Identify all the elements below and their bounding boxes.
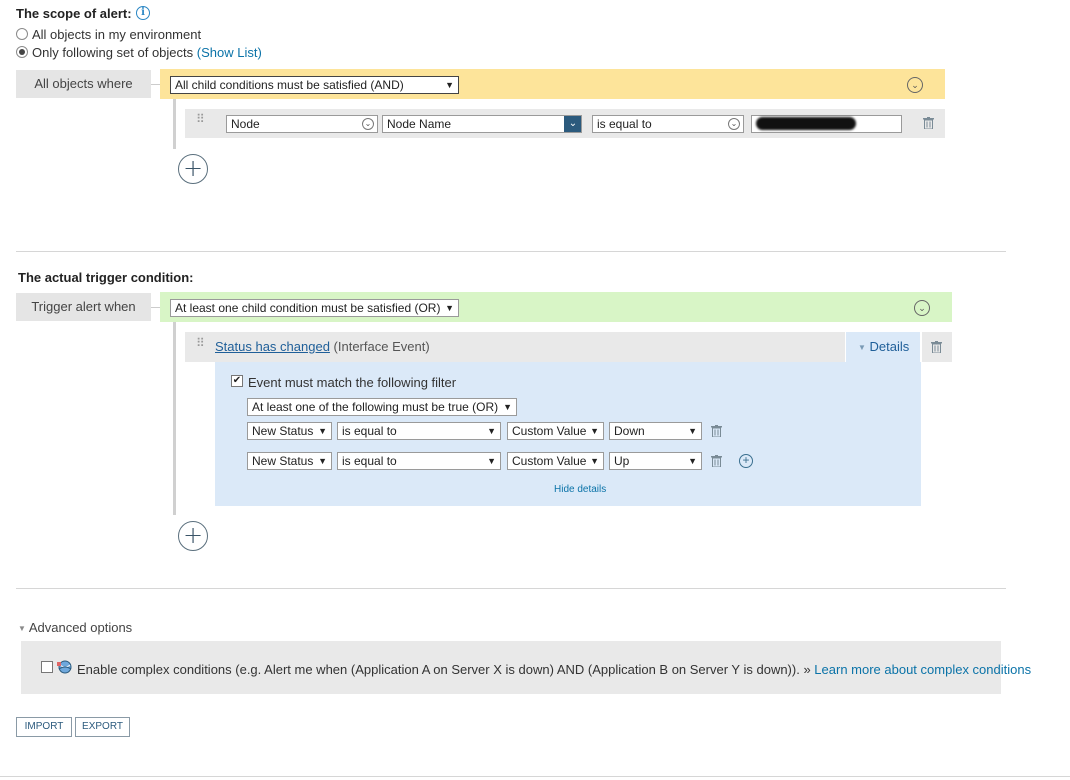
all-objects-where-label: All objects where: [16, 70, 151, 98]
dropdown-arrow-icon: ▼: [487, 426, 496, 436]
filter-group-select[interactable]: At least one of the following must be tr…: [247, 398, 517, 416]
radio-all-objects[interactable]: All objects in my environment: [16, 27, 201, 42]
filter-field-select[interactable]: New Status ▼: [247, 422, 332, 440]
footer-divider: [0, 776, 1070, 777]
tree-line: [173, 99, 176, 149]
filter-source-select[interactable]: Custom Value ▼: [507, 452, 604, 470]
event-title: Status has changed (Interface Event): [215, 339, 430, 354]
drag-handle-icon[interactable]: ⠿: [196, 113, 205, 125]
triangle-down-icon: ▼: [18, 624, 26, 633]
dropdown-arrow-icon: ▼: [590, 456, 599, 466]
trigger-condition-select-value: At least one child condition must be sat…: [175, 301, 441, 315]
dropdown-arrow-icon: ▼: [445, 303, 454, 313]
dropdown-arrow-icon: ▼: [487, 456, 496, 466]
details-label: Details: [869, 339, 910, 354]
advanced-options-label: Advanced options: [28, 620, 133, 635]
chevron-down-circle-icon[interactable]: ⌄: [907, 77, 923, 93]
dropdown-arrow-icon: ▼: [318, 426, 327, 436]
details-toggle[interactable]: ▼ Details: [858, 339, 909, 354]
trigger-title: The actual trigger condition:: [18, 270, 194, 285]
trash-icon[interactable]: [931, 341, 942, 353]
globe-app-icon: [57, 660, 73, 674]
info-icon[interactable]: i: [136, 6, 150, 20]
complex-conditions-text: Enable complex conditions (e.g. Alert me…: [77, 662, 811, 677]
filter-operator-select[interactable]: is equal to ▼: [337, 422, 501, 440]
field-value: Node Name: [387, 117, 452, 131]
section-divider: [16, 588, 1006, 589]
complex-conditions-label: Enable complex conditions (e.g. Alert me…: [77, 662, 1031, 677]
radio-all-objects-circle[interactable]: [16, 28, 28, 40]
learn-more-link[interactable]: Learn more about complex conditions: [814, 662, 1031, 677]
advanced-options-toggle[interactable]: ▼ Advanced options: [18, 620, 132, 635]
event-filter-checkbox[interactable]: ✔: [231, 375, 243, 387]
show-list-link[interactable]: (Show List): [197, 45, 262, 60]
dropdown-arrow-icon: ▼: [318, 456, 327, 466]
status-changed-link[interactable]: Status has changed: [215, 339, 330, 354]
filter-field-value: New Status: [252, 424, 314, 438]
dropdown-arrow-icon: ▼: [590, 426, 599, 436]
trigger-condition-select[interactable]: At least one child condition must be sat…: [170, 299, 459, 317]
hide-details-link[interactable]: Hide details: [554, 484, 606, 495]
add-filter-row-icon[interactable]: +: [739, 454, 753, 468]
scope-condition-select-value: All child conditions must be satisfied (…: [175, 78, 404, 92]
filter-operator-value: is equal to: [342, 424, 397, 438]
radio-following-objects-label: Only following set of objects: [32, 45, 194, 60]
filter-operator-value: is equal to: [342, 454, 397, 468]
radio-all-objects-label: All objects in my environment: [32, 27, 202, 42]
chevron-down-circle-icon[interactable]: ⌄: [914, 300, 930, 316]
filter-source-value: Custom Value: [512, 454, 587, 468]
trigger-alert-when-label: Trigger alert when: [16, 293, 151, 321]
operator-value: is equal to: [597, 117, 652, 131]
filter-group-value: At least one of the following must be tr…: [252, 400, 499, 414]
chevron-down-icon: ⌄: [564, 116, 581, 132]
dropdown-arrow-icon: ▼: [688, 456, 697, 466]
chevron-down-icon: ⌄: [728, 118, 740, 130]
filter-operator-select[interactable]: is equal to ▼: [337, 452, 501, 470]
redacted-value: [756, 117, 856, 130]
radio-following-objects-circle[interactable]: [16, 46, 28, 58]
filter-value-select[interactable]: Down ▼: [609, 422, 702, 440]
dropdown-arrow-icon: ▼: [445, 80, 454, 90]
import-button[interactable]: IMPORT: [16, 717, 72, 737]
trash-icon[interactable]: [711, 425, 722, 437]
scope-title: The scope of alert:: [16, 6, 132, 21]
triangle-down-icon: ▼: [858, 343, 866, 352]
trash-icon[interactable]: [711, 455, 722, 467]
scope-condition-select[interactable]: All child conditions must be satisfied (…: [170, 76, 459, 94]
section-divider: [16, 251, 1006, 252]
dropdown-arrow-icon: ▼: [503, 402, 512, 412]
filter-field-select[interactable]: New Status ▼: [247, 452, 332, 470]
filter-source-select[interactable]: Custom Value ▼: [507, 422, 604, 440]
object-type-value: Node: [231, 117, 260, 131]
filter-value-value: Down: [614, 424, 645, 438]
add-scope-condition-button[interactable]: +: [178, 154, 208, 184]
object-type-select[interactable]: Node ⌄: [226, 115, 378, 133]
event-type-label: (Interface Event): [333, 339, 430, 354]
complex-conditions-checkbox[interactable]: [41, 661, 53, 673]
radio-following-objects[interactable]: Only following set of objects (Show List…: [16, 45, 262, 60]
add-trigger-condition-button[interactable]: +: [178, 521, 208, 551]
trash-icon[interactable]: [923, 117, 934, 129]
chevron-down-icon: ⌄: [362, 118, 374, 130]
tree-line: [173, 322, 176, 515]
filter-source-value: Custom Value: [512, 424, 587, 438]
event-filter-label: Event must match the following filter: [248, 375, 457, 390]
filter-value-select[interactable]: Up ▼: [609, 452, 702, 470]
dropdown-arrow-icon: ▼: [688, 426, 697, 436]
operator-select[interactable]: is equal to ⌄: [592, 115, 744, 133]
drag-handle-icon[interactable]: ⠿: [196, 337, 205, 349]
filter-value-value: Up: [614, 454, 630, 468]
export-button[interactable]: EXPORT: [75, 717, 130, 737]
filter-field-value: New Status: [252, 454, 314, 468]
field-select[interactable]: Node Name ⌄: [382, 115, 582, 133]
